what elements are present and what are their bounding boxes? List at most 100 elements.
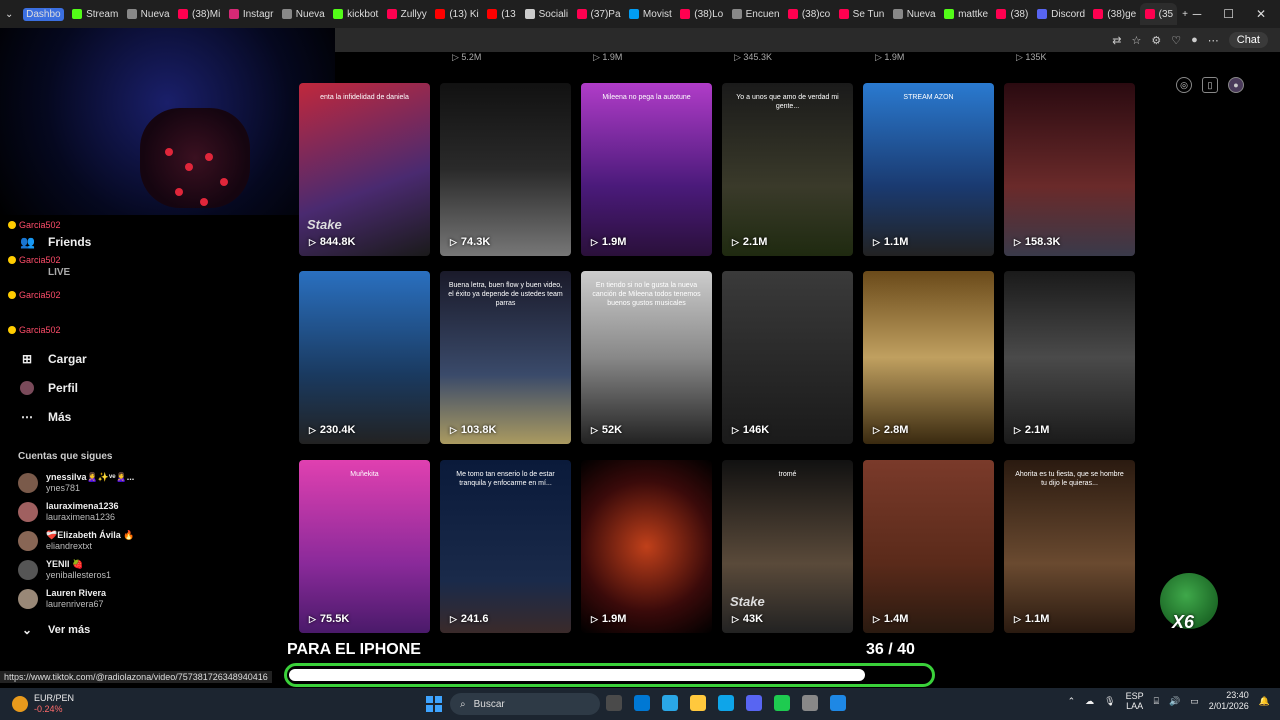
sidebar-item-live[interactable]: LIVE (20, 265, 70, 279)
video-card-partial[interactable]: ▷ 135K (1016, 52, 1147, 66)
video-card[interactable]: STREAM AZON ▷ 1.1M (863, 83, 994, 256)
tab-list-dropdown-icon[interactable]: ⌄ (0, 3, 18, 25)
browser-tab[interactable]: Sociali (520, 3, 572, 25)
browser-tab[interactable]: Nueva (277, 3, 328, 25)
video-card[interactable]: ▷ 2.8M (863, 271, 994, 444)
browser-tab[interactable]: (38)Lo (675, 3, 726, 25)
video-caption: tromé (778, 471, 797, 478)
video-card[interactable]: tromé Stake ▷ 43K (722, 460, 853, 633)
notification-icon[interactable]: 🔔 (1259, 696, 1270, 707)
taskbar-search[interactable]: ⌕ Buscar (450, 693, 600, 715)
video-card[interactable]: ▷ 146K (722, 271, 853, 444)
video-card[interactable]: ▷ 2.1M (1004, 271, 1135, 444)
taskbar-app-icon[interactable] (830, 695, 846, 711)
browser-tab[interactable]: kickbot (328, 3, 381, 25)
video-card-partial[interactable]: ▷ 1.9M (593, 52, 724, 66)
stake-watermark: Stake (307, 217, 342, 232)
favorite-icon[interactable]: ☆ (1131, 34, 1141, 47)
browser-tab[interactable]: (13 (482, 3, 519, 25)
view-count: ▷ 43K (732, 613, 764, 625)
minimize-icon[interactable]: ─ (1193, 7, 1202, 21)
video-card[interactable]: ▷ 158.3K (1004, 83, 1135, 256)
video-card-partial[interactable]: ▷ 1.9M (875, 52, 1006, 66)
video-card[interactable]: Yo a unos que amo de verdad mi gente... ▷… (722, 83, 853, 256)
browser-tab[interactable]: Zullyy (382, 3, 431, 25)
video-card[interactable]: Mileena no pega la autotune ▷ 1.9M (581, 83, 712, 256)
compass-icon[interactable]: ◎ (1176, 77, 1192, 93)
video-card[interactable]: ▷ 74.3K (440, 83, 571, 256)
volume-icon[interactable]: 🔊 (1169, 696, 1180, 707)
browser-tab[interactable]: Movist (624, 3, 675, 25)
microphone-icon[interactable]: 🎙 (1104, 696, 1115, 707)
browser-tab[interactable]: Dashbo (18, 3, 67, 25)
following-account[interactable]: ❤️‍🩹Elizabeth Ávila 🔥 eliandrextxt (18, 530, 134, 552)
extensions-icon[interactable]: ⚙ (1151, 34, 1161, 47)
browser-tab[interactable]: (38)Mi (173, 3, 224, 25)
video-card[interactable]: ▷ 1.4M (863, 460, 994, 633)
taskbar-app-icon[interactable] (746, 695, 762, 711)
taskbar-app-icon[interactable] (774, 695, 790, 711)
user-avatar-icon[interactable]: ● (1228, 77, 1244, 93)
video-card[interactable]: Buena letra, buen flow y buen video, el … (440, 271, 571, 444)
cloud-icon[interactable]: ☁ (1085, 696, 1094, 707)
taskbar-app-icon[interactable] (802, 695, 818, 711)
sidebar-item-upload[interactable]: ⊞ Cargar (20, 352, 87, 366)
browser-tab[interactable]: Nueva (122, 3, 173, 25)
browser-tab[interactable]: (13) Ki (430, 3, 482, 25)
taskbar-app-icon[interactable] (634, 695, 650, 711)
following-account[interactable]: ynessilva🙎‍♀️✨ᵛᵉ🙎‍♀️... ynes781 (18, 472, 134, 494)
clock[interactable]: 23:40 2/01/2026 (1209, 690, 1249, 712)
video-card[interactable]: Ahorita es tu fiesta, que se hombre tu d… (1004, 460, 1135, 633)
see-more-button[interactable]: ⌄ Ver más (20, 623, 90, 637)
video-card-partial[interactable]: ▷ 345.3K (734, 52, 865, 66)
browser-tab[interactable]: Encuen (727, 3, 783, 25)
taskbar-app-icon[interactable] (690, 695, 706, 711)
tab-label: Dashbo (23, 7, 64, 21)
stock-ticker-widget[interactable]: EUR/PEN -0.24% (0, 693, 140, 715)
language-indicator[interactable]: ESP LAA (1126, 691, 1144, 711)
sidebar-item-more[interactable]: ⋯ Más (20, 410, 71, 424)
profile-avatar-icon[interactable]: ● (1191, 34, 1198, 46)
taskbar-app-icon[interactable] (718, 695, 734, 711)
taskbar-app-icon[interactable] (662, 695, 678, 711)
battery-icon[interactable]: ▭ (1190, 696, 1199, 707)
browser-tab[interactable]: Se Tun (834, 3, 888, 25)
browser-tab[interactable]: Instagr (224, 3, 277, 25)
chat-button[interactable]: Chat (1228, 32, 1268, 48)
browser-tab[interactable]: (38) (991, 3, 1032, 25)
sidebar-item-profile[interactable]: Perfil (20, 381, 78, 395)
tab-label: Nueva (906, 8, 936, 20)
avatar (18, 531, 38, 551)
maximize-icon[interactable]: ☐ (1223, 7, 1234, 21)
browser-tab[interactable]: (38)ge (1088, 3, 1139, 25)
following-account[interactable]: Lauren Rivera laurenrivera67 (18, 588, 106, 610)
video-card[interactable]: Me tomo tan enserio lo de estar tranquil… (440, 460, 571, 633)
video-card-partial[interactable]: ▷ 5.2M (452, 52, 583, 66)
following-title: Cuentas que sigues (18, 451, 113, 462)
sidebar-item-friends[interactable]: 👥 Friends (20, 235, 91, 249)
taskbar-app-icon[interactable] (606, 695, 622, 711)
video-card[interactable]: enta la infidelidad de daniela Stake ▷ 844.… (299, 83, 430, 256)
phone-icon[interactable]: ▯ (1202, 77, 1218, 93)
browser-tab[interactable]: mattke (939, 3, 991, 25)
chevron-up-icon[interactable]: ⌃ (1068, 696, 1076, 707)
video-card[interactable]: ▷ 230.4K (299, 271, 430, 444)
browser-tab[interactable]: Nueva (888, 3, 939, 25)
browser-tab[interactable]: (35 (1139, 3, 1178, 25)
translate-icon[interactable]: ⇄ (1112, 34, 1121, 47)
network-icon[interactable]: ⌸ (1154, 696, 1159, 707)
browser-tab[interactable]: Stream (67, 3, 122, 25)
collections-icon[interactable]: ♡ (1171, 34, 1181, 47)
browser-tab[interactable]: (37)Pa (572, 3, 624, 25)
video-card[interactable]: ▷ 1.9M (581, 460, 712, 633)
video-card[interactable]: En tiendo si no le gusta la nueva canció… (581, 271, 712, 444)
browser-tab[interactable]: (38)co (783, 3, 834, 25)
close-icon[interactable]: ✕ (1256, 7, 1266, 21)
video-card[interactable]: Muñekita ▷ 75.5K (299, 460, 430, 633)
menu-icon[interactable]: ⋯ (1208, 34, 1219, 47)
new-tab-icon[interactable]: + (1177, 3, 1193, 25)
windows-start-icon[interactable] (426, 696, 442, 712)
following-account[interactable]: YENII 🍓 yeniballesteros1 (18, 559, 111, 581)
browser-tab[interactable]: Discord (1032, 3, 1088, 25)
following-account[interactable]: lauraximena1236 lauraximena1236 (18, 501, 119, 523)
